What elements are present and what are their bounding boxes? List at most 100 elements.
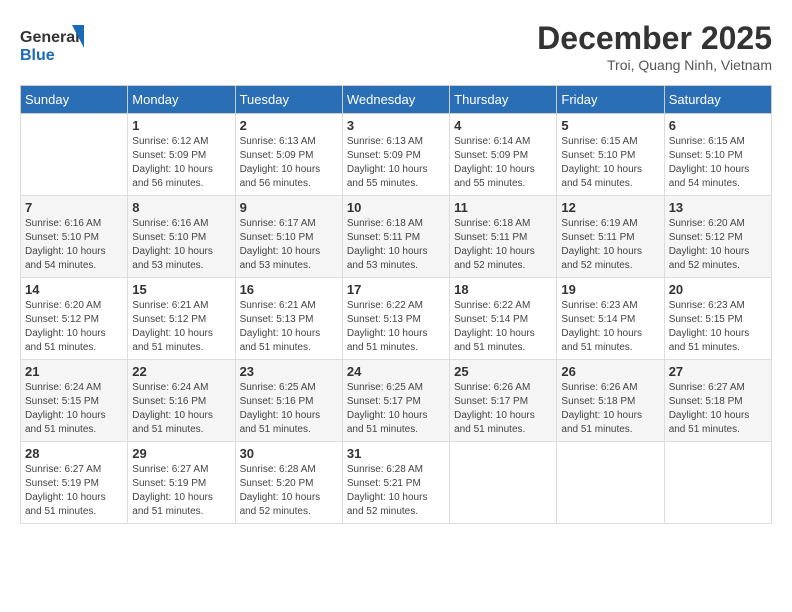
day-number: 8 — [132, 200, 230, 215]
day-number: 18 — [454, 282, 552, 297]
table-row: 15 Sunrise: 6:21 AMSunset: 5:12 PMDayligh… — [128, 278, 235, 360]
day-info: Sunrise: 6:28 AMSunset: 5:20 PMDaylight:… — [240, 463, 338, 519]
table-row: 5 Sunrise: 6:15 AMSunset: 5:10 PMDaylight… — [557, 114, 664, 196]
day-info: Sunrise: 6:22 AMSunset: 5:13 PMDaylight:… — [347, 299, 445, 355]
day-number: 28 — [25, 446, 123, 461]
table-row: 23 Sunrise: 6:25 AMSunset: 5:16 PMDayligh… — [235, 360, 342, 442]
day-number: 29 — [132, 446, 230, 461]
table-row — [21, 114, 128, 196]
table-row — [450, 442, 557, 524]
calendar-week-row: 21Sunrise: 6:24 AMSunset: 5:15 PMDayligh… — [21, 360, 772, 442]
day-info: Sunrise: 6:26 AMSunset: 5:17 PMDaylight:… — [454, 381, 552, 437]
day-info: Sunrise: 6:24 AMSunset: 5:16 PMDaylight:… — [132, 381, 230, 437]
calendar-week-row: 1 Sunrise: 6:12 AMSunset: 5:09 PMDaylight… — [21, 114, 772, 196]
day-number: 27 — [669, 364, 767, 379]
day-number: 5 — [561, 118, 659, 133]
day-info: Sunrise: 6:12 AMSunset: 5:09 PMDaylight:… — [132, 135, 230, 191]
day-number: 21 — [25, 364, 123, 379]
day-info: Sunrise: 6:19 AMSunset: 5:11 PMDaylight:… — [561, 217, 659, 273]
day-info: Sunrise: 6:23 AMSunset: 5:15 PMDaylight:… — [669, 299, 767, 355]
day-info: Sunrise: 6:28 AMSunset: 5:21 PMDaylight:… — [347, 463, 445, 519]
day-number: 1 — [132, 118, 230, 133]
table-row: 19 Sunrise: 6:23 AMSunset: 5:14 PMDayligh… — [557, 278, 664, 360]
table-row — [664, 442, 771, 524]
day-number: 30 — [240, 446, 338, 461]
table-row: 29 Sunrise: 6:27 AMSunset: 5:19 PMDayligh… — [128, 442, 235, 524]
day-info: Sunrise: 6:25 AMSunset: 5:16 PMDaylight:… — [240, 381, 338, 437]
table-row: 4 Sunrise: 6:14 AMSunset: 5:09 PMDaylight… — [450, 114, 557, 196]
day-number: 2 — [240, 118, 338, 133]
table-row: 16Sunrise: 6:21 AMSunset: 5:13 PMDayligh… — [235, 278, 342, 360]
table-row: 31 Sunrise: 6:28 AMSunset: 5:21 PMDayligh… — [342, 442, 449, 524]
day-info: Sunrise: 6:13 AMSunset: 5:09 PMDaylight:… — [240, 135, 338, 191]
col-friday: Friday — [557, 86, 664, 114]
day-number: 17 — [347, 282, 445, 297]
table-row: 20Sunrise: 6:23 AMSunset: 5:15 PMDayligh… — [664, 278, 771, 360]
day-info: Sunrise: 6:18 AMSunset: 5:11 PMDaylight:… — [347, 217, 445, 273]
day-info: Sunrise: 6:15 AMSunset: 5:10 PMDaylight:… — [561, 135, 659, 191]
calendar-week-row: 14 Sunrise: 6:20 AMSunset: 5:12 PMDayligh… — [21, 278, 772, 360]
page-header: General Blue December 2025 Troi, Quang N… — [20, 20, 772, 75]
table-row: 1 Sunrise: 6:12 AMSunset: 5:09 PMDaylight… — [128, 114, 235, 196]
table-row: 7Sunrise: 6:16 AMSunset: 5:10 PMDaylight… — [21, 196, 128, 278]
day-info: Sunrise: 6:22 AMSunset: 5:14 PMDaylight:… — [454, 299, 552, 355]
calendar-week-row: 7Sunrise: 6:16 AMSunset: 5:10 PMDaylight… — [21, 196, 772, 278]
table-row: 18 Sunrise: 6:22 AMSunset: 5:14 PMDayligh… — [450, 278, 557, 360]
day-info: Sunrise: 6:27 AMSunset: 5:18 PMDaylight:… — [669, 381, 767, 437]
day-info: Sunrise: 6:27 AMSunset: 5:19 PMDaylight:… — [25, 463, 123, 519]
day-number: 15 — [132, 282, 230, 297]
day-number: 25 — [454, 364, 552, 379]
day-number: 23 — [240, 364, 338, 379]
calendar-table: Sunday Monday Tuesday Wednesday Thursday… — [20, 85, 772, 524]
table-row: 27 Sunrise: 6:27 AMSunset: 5:18 PMDayligh… — [664, 360, 771, 442]
day-number: 11 — [454, 200, 552, 215]
day-info: Sunrise: 6:14 AMSunset: 5:09 PMDaylight:… — [454, 135, 552, 191]
table-row: 2 Sunrise: 6:13 AMSunset: 5:09 PMDaylight… — [235, 114, 342, 196]
table-row: 26 Sunrise: 6:26 AMSunset: 5:18 PMDayligh… — [557, 360, 664, 442]
day-info: Sunrise: 6:26 AMSunset: 5:18 PMDaylight:… — [561, 381, 659, 437]
day-number: 22 — [132, 364, 230, 379]
day-info: Sunrise: 6:21 AMSunset: 5:13 PMDaylight:… — [240, 299, 338, 355]
day-number: 26 — [561, 364, 659, 379]
svg-text:Blue: Blue — [20, 47, 55, 64]
table-row: 28 Sunrise: 6:27 AMSunset: 5:19 PMDayligh… — [21, 442, 128, 524]
day-number: 4 — [454, 118, 552, 133]
table-row: 11Sunrise: 6:18 AMSunset: 5:11 PMDayligh… — [450, 196, 557, 278]
day-number: 10 — [347, 200, 445, 215]
day-info: Sunrise: 6:27 AMSunset: 5:19 PMDaylight:… — [132, 463, 230, 519]
day-info: Sunrise: 6:20 AMSunset: 5:12 PMDaylight:… — [25, 299, 123, 355]
day-number: 24 — [347, 364, 445, 379]
table-row: 3Sunrise: 6:13 AMSunset: 5:09 PMDaylight… — [342, 114, 449, 196]
month-title: December 2025 — [537, 20, 772, 57]
table-row: 17 Sunrise: 6:22 AMSunset: 5:13 PMDayligh… — [342, 278, 449, 360]
location-subtitle: Troi, Quang Ninh, Vietnam — [537, 57, 772, 73]
day-number: 31 — [347, 446, 445, 461]
day-info: Sunrise: 6:16 AMSunset: 5:10 PMDaylight:… — [132, 217, 230, 273]
day-number: 19 — [561, 282, 659, 297]
day-number: 3 — [347, 118, 445, 133]
logo-icon: General Blue — [20, 20, 90, 70]
title-block: December 2025 Troi, Quang Ninh, Vietnam — [537, 20, 772, 73]
day-number: 14 — [25, 282, 123, 297]
table-row: 22 Sunrise: 6:24 AMSunset: 5:16 PMDayligh… — [128, 360, 235, 442]
table-row: 10 Sunrise: 6:18 AMSunset: 5:11 PMDayligh… — [342, 196, 449, 278]
col-sunday: Sunday — [21, 86, 128, 114]
table-row: 21Sunrise: 6:24 AMSunset: 5:15 PMDayligh… — [21, 360, 128, 442]
table-row: 8 Sunrise: 6:16 AMSunset: 5:10 PMDaylight… — [128, 196, 235, 278]
table-row — [557, 442, 664, 524]
col-monday: Monday — [128, 86, 235, 114]
table-row: 6Sunrise: 6:15 AMSunset: 5:10 PMDaylight… — [664, 114, 771, 196]
day-info: Sunrise: 6:25 AMSunset: 5:17 PMDaylight:… — [347, 381, 445, 437]
day-number: 12 — [561, 200, 659, 215]
svg-text:General: General — [20, 29, 80, 46]
col-tuesday: Tuesday — [235, 86, 342, 114]
table-row: 25 Sunrise: 6:26 AMSunset: 5:17 PMDayligh… — [450, 360, 557, 442]
day-info: Sunrise: 6:21 AMSunset: 5:12 PMDaylight:… — [132, 299, 230, 355]
day-info: Sunrise: 6:16 AMSunset: 5:10 PMDaylight:… — [25, 217, 123, 273]
day-number: 13 — [669, 200, 767, 215]
day-info: Sunrise: 6:23 AMSunset: 5:14 PMDaylight:… — [561, 299, 659, 355]
col-thursday: Thursday — [450, 86, 557, 114]
table-row: 14 Sunrise: 6:20 AMSunset: 5:12 PMDayligh… — [21, 278, 128, 360]
day-info: Sunrise: 6:15 AMSunset: 5:10 PMDaylight:… — [669, 135, 767, 191]
table-row: 9Sunrise: 6:17 AMSunset: 5:10 PMDaylight… — [235, 196, 342, 278]
